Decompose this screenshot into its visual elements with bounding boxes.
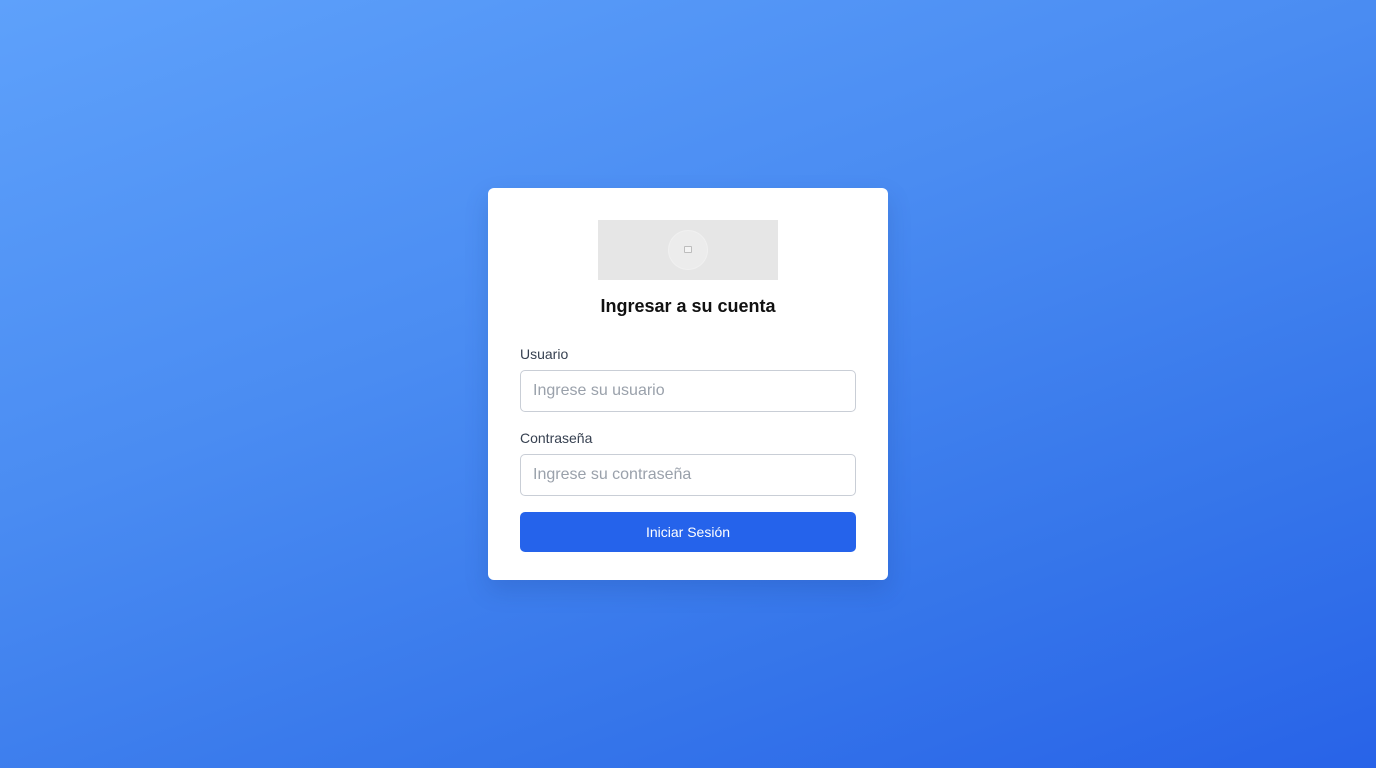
password-input[interactable] [520,454,856,496]
username-label: Usuario [520,346,569,362]
login-card: Ingresar a su cuenta Usuario Contraseña … [488,188,888,580]
image-placeholder-icon [668,230,708,270]
page-title: Ingresar a su cuenta [600,296,776,316]
username-input[interactable] [520,370,856,412]
password-label: Contraseña [520,430,593,446]
login-button[interactable]: Iniciar Sesión [520,512,856,552]
broken-image-glyph [684,246,692,253]
logo-placeholder [598,220,778,280]
